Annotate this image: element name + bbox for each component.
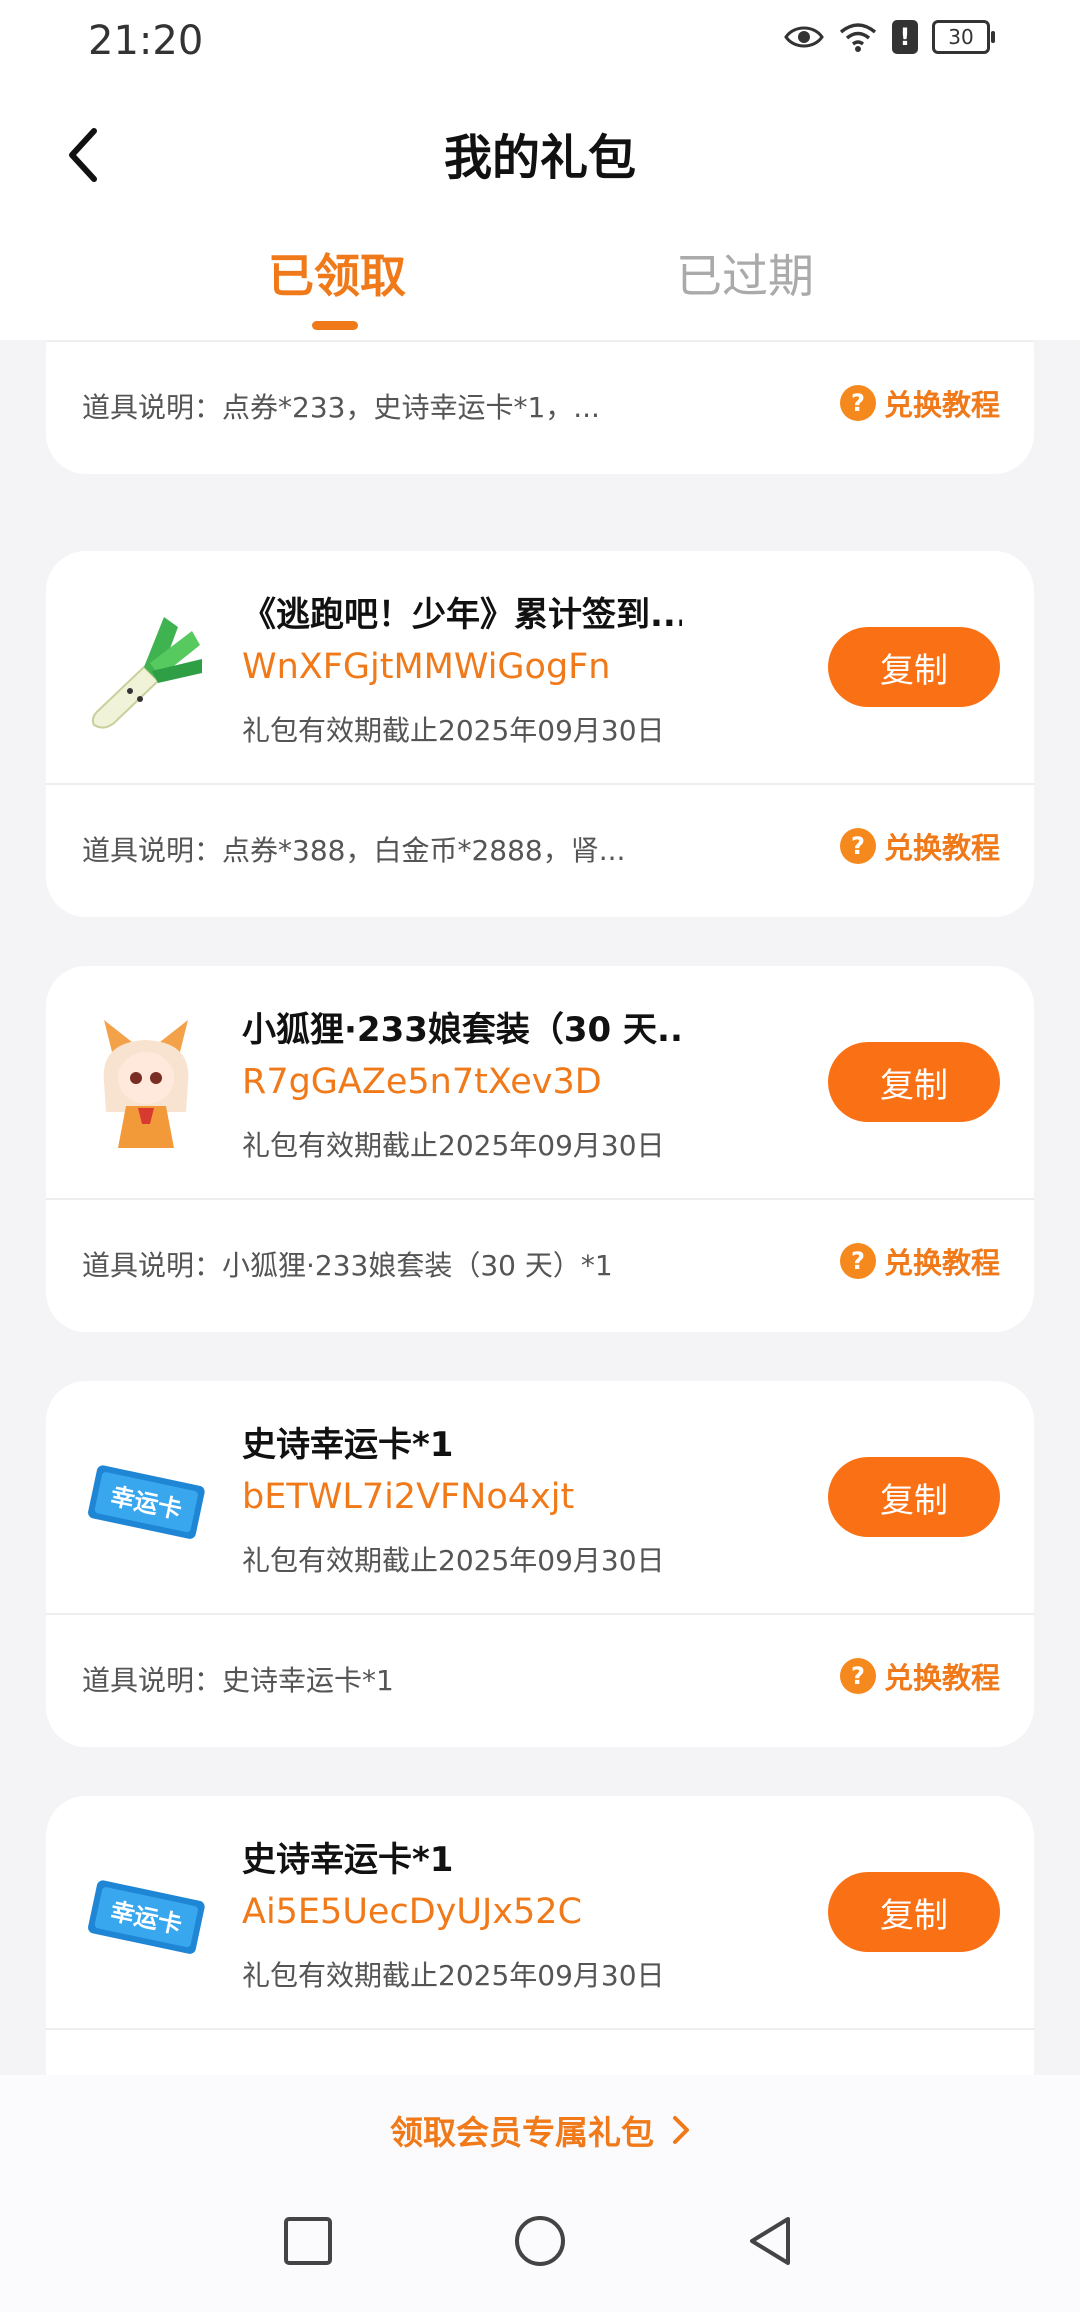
copy-button[interactable]: 复制 bbox=[828, 1457, 1000, 1537]
green-onion-icon bbox=[91, 617, 202, 729]
card-description-row: 道具说明：点券*233，史诗幸运卡*1，... ? 兑换教程 bbox=[46, 342, 1034, 474]
item-description: 道具说明：点券*233，史诗幸运卡*1，... bbox=[82, 391, 600, 424]
card-description-row: 道具说明：史诗幸运卡*1 ? 兑换教程 bbox=[46, 1615, 1034, 1747]
gift-title: 史诗幸运卡*1 bbox=[242, 1840, 454, 1880]
question-icon: ? bbox=[839, 385, 876, 421]
tab-indicator bbox=[312, 321, 358, 330]
card-description-row bbox=[46, 2030, 1034, 2075]
gift-card: 幸运卡 史诗幸运卡*1 bETWL7i2VFNo4xjt 礼包有效期截止2025… bbox=[46, 1381, 1034, 1747]
tutorial-label: 兑换教程 bbox=[883, 388, 1000, 422]
fox-girl-avatar-icon bbox=[103, 1020, 189, 1148]
member-gift-bar[interactable]: 领取会员专属礼包 bbox=[0, 2075, 1080, 2185]
gift-expiry: 礼包有效期截止2025年09月30日 bbox=[242, 1544, 665, 1577]
question-icon: ? bbox=[839, 828, 876, 864]
tab-received[interactable]: 已领取 bbox=[268, 240, 406, 306]
question-icon: ? bbox=[839, 1658, 876, 1694]
gift-expiry: 礼包有效期截止2025年09月30日 bbox=[242, 1129, 665, 1162]
gift-card: 道具说明：点券*233，史诗幸运卡*1，... ? 兑换教程 bbox=[46, 340, 1034, 474]
chevron-right-icon bbox=[673, 2116, 689, 2144]
system-nav-bar bbox=[0, 2185, 1080, 2312]
item-description: 道具说明：小狐狸·233娘套装（30 天）*1 bbox=[82, 1249, 613, 1282]
item-description: 道具说明：点券*388，白金币*2888，肾... bbox=[82, 834, 626, 867]
page-title: 我的礼包 bbox=[443, 130, 636, 186]
status-icons: ! 30 bbox=[784, 20, 995, 54]
gift-code: R7gGAZe5n7tXev3D bbox=[242, 1062, 602, 1102]
tutorial-link[interactable]: ? 兑换教程 bbox=[839, 1655, 1000, 1697]
tutorial-link[interactable]: ? 兑换教程 bbox=[839, 825, 1000, 867]
copy-button[interactable]: 复制 bbox=[828, 1042, 1000, 1122]
gift-code: WnXFGjtMMWiGogFn bbox=[242, 647, 611, 687]
status-bar: 21:20 ! 30 bbox=[0, 0, 1080, 80]
card-description-row: 道具说明：点券*388，白金币*2888，肾... ? 兑换教程 bbox=[46, 785, 1034, 917]
card-description-row: 道具说明：小狐狸·233娘套装（30 天）*1 ? 兑换教程 bbox=[46, 1200, 1034, 1332]
copy-button[interactable]: 复制 bbox=[828, 1872, 1000, 1952]
battery-icon: 30 bbox=[932, 20, 995, 54]
tab-expired[interactable]: 已过期 bbox=[676, 240, 814, 306]
back-triangle-icon[interactable] bbox=[742, 2213, 798, 2269]
recents-square-icon[interactable] bbox=[280, 2213, 336, 2269]
tutorial-link[interactable]: ? 兑换教程 bbox=[839, 1240, 1000, 1282]
gift-expiry: 礼包有效期截止2025年09月30日 bbox=[242, 714, 665, 747]
copy-button[interactable]: 复制 bbox=[828, 627, 1000, 707]
gift-card: 幸运卡 史诗幸运卡*1 Ai5E5UecDyUJx52C 礼包有效期截止2025… bbox=[46, 1796, 1034, 2075]
alert-icon: ! bbox=[892, 20, 918, 54]
home-circle-icon[interactable] bbox=[512, 2213, 568, 2269]
eye-icon bbox=[784, 26, 824, 48]
tutorial-label: 兑换教程 bbox=[883, 1246, 1000, 1280]
gift-card: 《逃跑吧！少年》累计签到... WnXFGjtMMWiGogFn 礼包有效期截止… bbox=[46, 551, 1034, 917]
gift-code: Ai5E5UecDyUJx52C bbox=[242, 1892, 583, 1932]
lucky-card-icon: 幸运卡 bbox=[88, 1880, 205, 1954]
member-gift-link[interactable]: 领取会员专属礼包 bbox=[390, 2106, 654, 2154]
tutorial-link[interactable]: ? 兑换教程 bbox=[839, 382, 1000, 424]
status-time: 21:20 bbox=[88, 18, 204, 64]
gift-expiry: 礼包有效期截止2025年09月30日 bbox=[242, 1959, 665, 1992]
question-icon: ? bbox=[839, 1243, 876, 1279]
gift-title: 史诗幸运卡*1 bbox=[242, 1425, 454, 1465]
item-description: 道具说明：史诗幸运卡*1 bbox=[82, 1664, 394, 1697]
wifi-icon bbox=[839, 23, 877, 52]
gift-list[interactable]: 道具说明：点券*233，史诗幸运卡*1，... ? 兑换教程 《逃跑吧！少年》累… bbox=[0, 340, 1080, 2075]
gift-code: bETWL7i2VFNo4xjt bbox=[242, 1477, 575, 1517]
lucky-card-icon: 幸运卡 bbox=[88, 1465, 205, 1539]
tutorial-label: 兑换教程 bbox=[883, 831, 1000, 865]
gift-title: 小狐狸·233娘套装（30 天... bbox=[242, 1010, 682, 1050]
gift-title: 《逃跑吧！少年》累计签到... bbox=[242, 595, 682, 635]
gift-card: 小狐狸·233娘套装（30 天... R7gGAZe5n7tXev3D 礼包有效… bbox=[46, 966, 1034, 1332]
tutorial-label: 兑换教程 bbox=[883, 1661, 1000, 1695]
header: 我的礼包 已领取 已过期 bbox=[0, 80, 1080, 340]
